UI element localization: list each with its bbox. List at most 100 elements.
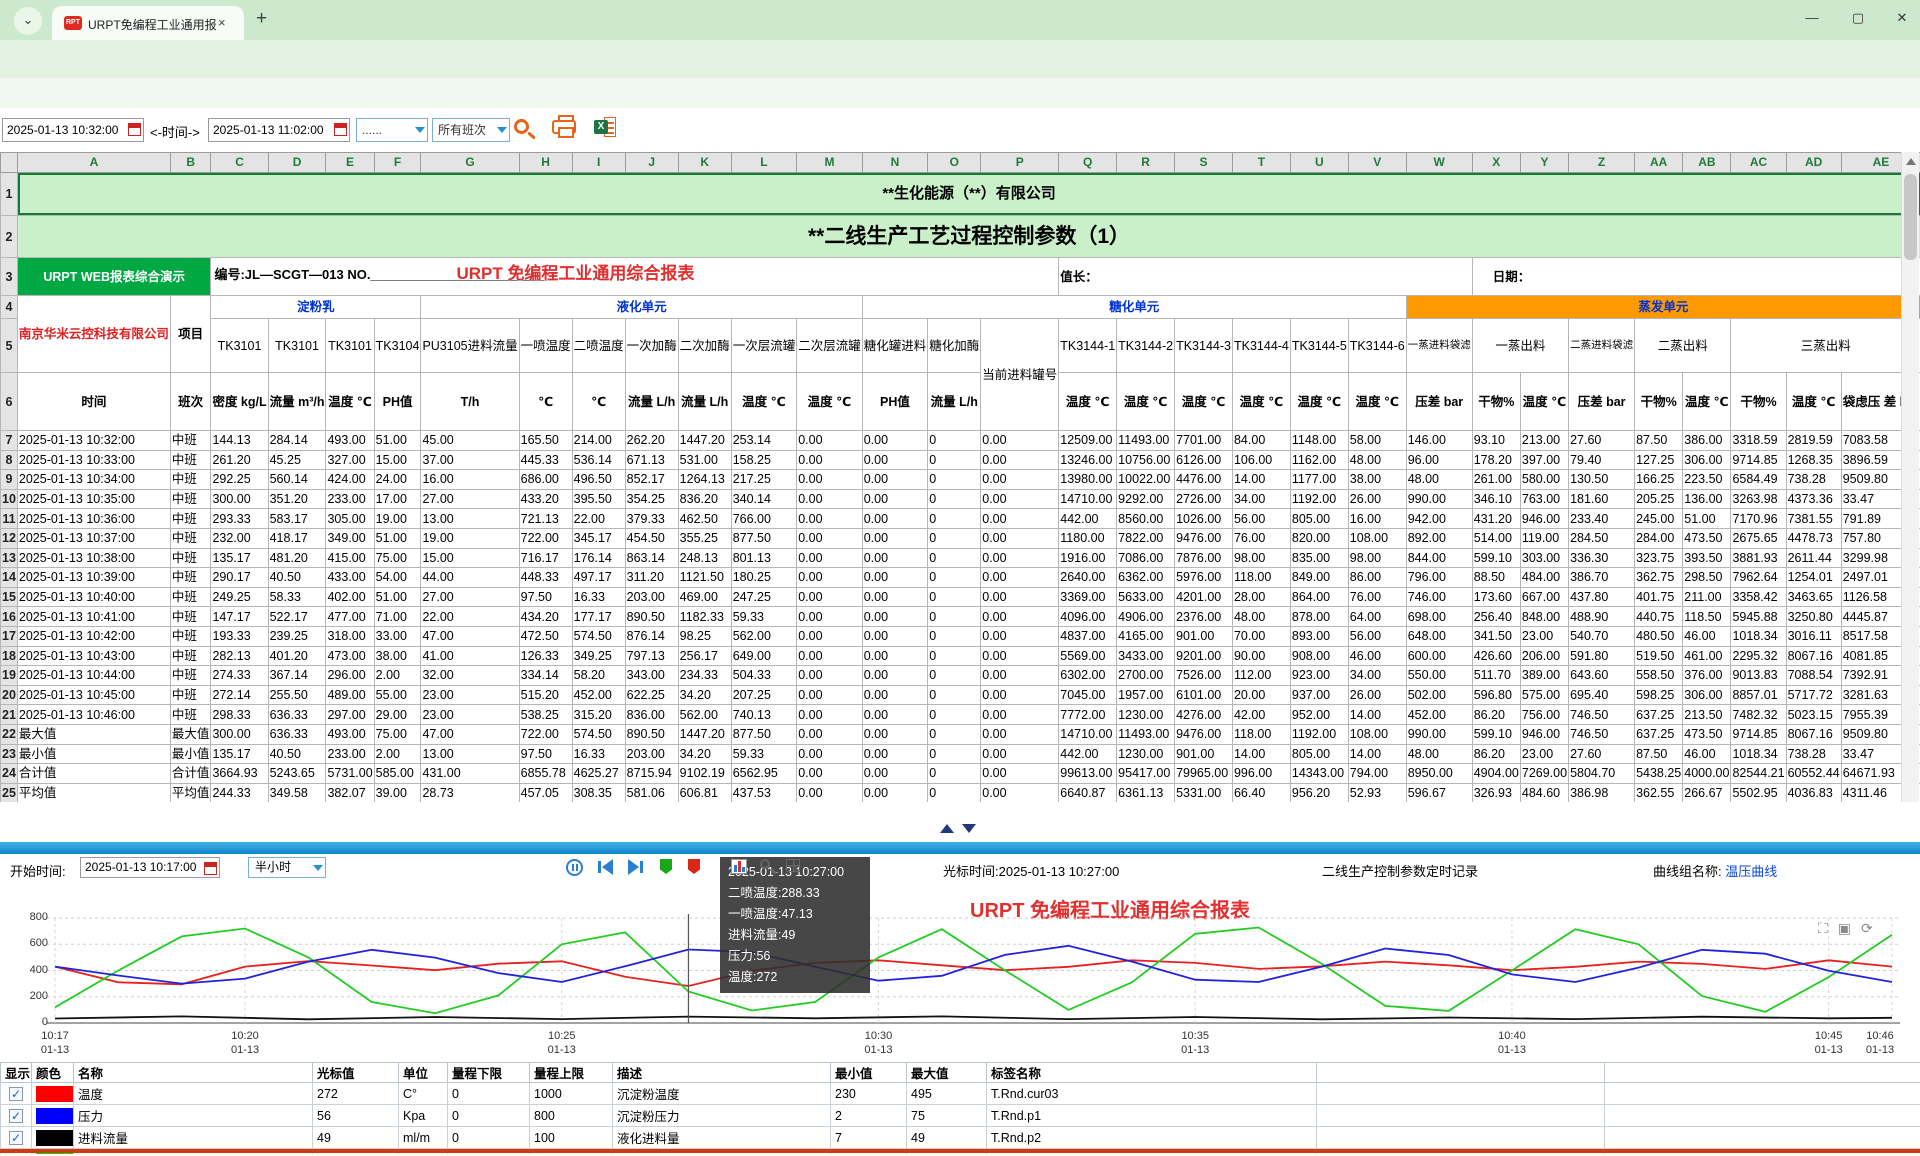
unit-header[interactable]: 温度 ℃ [326,373,374,431]
value-cell[interactable]: 797.13 [625,646,678,666]
value-cell[interactable]: 386.98 [1569,783,1635,803]
device-header[interactable]: TK3144-2 [1117,319,1175,373]
row-number[interactable]: 14 [1,568,18,588]
value-cell[interactable]: 740.13 [731,705,797,725]
scrollbar-thumb[interactable] [1904,174,1917,260]
shift-cell[interactable]: 中班 [170,509,211,529]
value-cell[interactable]: 583.17 [268,509,326,529]
value-cell[interactable]: 0.00 [797,528,863,548]
device-header[interactable]: TK3104 [374,319,421,373]
select-all-corner[interactable] [1,153,18,173]
value-cell[interactable]: 426.60 [1472,646,1520,666]
value-cell[interactable]: 796.00 [1406,568,1472,588]
value-cell[interactable]: 0.00 [797,509,863,529]
value-cell[interactable]: 51.00 [374,528,421,548]
value-cell[interactable]: 126.33 [519,646,572,666]
value-cell[interactable]: 234.33 [678,666,731,686]
value-cell[interactable]: 0.00 [862,431,928,451]
value-cell[interactable]: 0.00 [797,548,863,568]
value-cell[interactable]: 48.00 [1406,470,1472,490]
value-cell[interactable]: 1268.35 [1786,450,1841,470]
value-cell[interactable]: 433.00 [326,568,374,588]
value-cell[interactable]: 13246.00 [1059,450,1117,470]
column-letter[interactable]: Q [1059,153,1117,173]
value-cell[interactable]: 893.00 [1290,626,1348,646]
value-cell[interactable]: 351.20 [268,489,326,509]
time-cell[interactable]: 2025-01-13 10:36:00 [17,509,170,529]
value-cell[interactable]: 119.00 [1520,528,1568,548]
value-cell[interactable]: 0.00 [862,646,928,666]
value-cell[interactable]: 346.10 [1472,489,1520,509]
value-cell[interactable]: 5976.00 [1175,568,1233,588]
value-cell[interactable]: 306.00 [1683,450,1731,470]
value-cell[interactable]: 386.70 [1569,568,1635,588]
value-cell[interactable]: 0 [928,450,981,470]
sheet-title-report[interactable]: **二线生产工艺过程控制参数（1） [17,216,1920,258]
value-cell[interactable]: 0.00 [862,607,928,627]
value-cell[interactable]: 1162.00 [1290,450,1348,470]
value-cell[interactable]: 431.00 [421,764,519,784]
value-cell[interactable]: 5804.70 [1569,764,1635,784]
value-cell[interactable]: 7269.00 [1520,764,1568,784]
value-cell[interactable]: 580.00 [1520,470,1568,490]
value-cell[interactable]: 540.70 [1569,626,1635,646]
value-cell[interactable]: 98.00 [1232,548,1290,568]
value-cell[interactable]: 695.40 [1569,685,1635,705]
value-cell[interactable]: 8715.94 [625,764,678,784]
value-cell[interactable]: 890.50 [625,724,678,744]
column-letter[interactable]: C [211,153,268,173]
value-cell[interactable]: 166.25 [1635,470,1683,490]
value-cell[interactable]: 248.13 [678,548,731,568]
value-cell[interactable]: 158.25 [731,450,797,470]
time-cell[interactable]: 合计值 [17,764,170,784]
value-cell[interactable]: 763.00 [1520,489,1568,509]
value-cell[interactable]: 2819.59 [1786,431,1841,451]
value-cell[interactable]: 349.58 [268,783,326,803]
value-cell[interactable]: 305.00 [326,509,374,529]
value-cell[interactable]: 233.00 [326,744,374,764]
value-cell[interactable]: 24.00 [374,470,421,490]
value-cell[interactable]: 4625.27 [572,764,625,784]
value-cell[interactable]: 284.00 [1635,528,1683,548]
value-cell[interactable]: 0.00 [981,646,1059,666]
value-cell[interactable]: 440.75 [1635,607,1683,627]
value-cell[interactable]: 326.93 [1472,783,1520,803]
value-cell[interactable]: 599.10 [1472,724,1520,744]
value-cell[interactable]: 6361.13 [1117,783,1175,803]
value-cell[interactable]: 454.50 [625,528,678,548]
column-letter[interactable]: S [1175,153,1233,173]
value-cell[interactable]: 2611.44 [1786,548,1841,568]
value-cell[interactable]: 946.00 [1520,724,1568,744]
unit-header[interactable]: 温度 ℃ [1232,373,1290,431]
value-cell[interactable]: 306.00 [1683,685,1731,705]
value-cell[interactable]: 303.00 [1520,548,1568,568]
value-cell[interactable]: 738.28 [1786,470,1841,490]
value-cell[interactable]: 7962.64 [1731,568,1786,588]
value-cell[interactable]: 135.17 [211,548,268,568]
zoom-icon[interactable] [760,859,770,869]
value-cell[interactable]: 756.00 [1520,705,1568,725]
value-cell[interactable]: 23.00 [421,705,519,725]
curve-name[interactable]: 进料流量 [74,1127,313,1149]
value-cell[interactable]: 0.00 [797,489,863,509]
unit-header[interactable]: 温度 ℃ [731,373,797,431]
value-cell[interactable]: 296.00 [326,666,374,686]
value-cell[interactable]: 71.00 [374,607,421,627]
value-cell[interactable]: 29.00 [374,705,421,725]
value-cell[interactable]: 457.05 [519,783,572,803]
value-cell[interactable]: 46.00 [1683,626,1731,646]
value-cell[interactable]: 176.14 [572,548,625,568]
value-cell[interactable]: 488.90 [1569,607,1635,627]
value-cell[interactable]: 11493.00 [1117,724,1175,744]
value-cell[interactable]: 37.00 [421,450,519,470]
value-cell[interactable]: 55.00 [374,685,421,705]
column-letter[interactable]: D [268,153,326,173]
column-letter[interactable]: T [1232,153,1290,173]
value-cell[interactable]: 165.50 [519,431,572,451]
value-cell[interactable]: 86.20 [1472,744,1520,764]
value-cell[interactable]: 362.75 [1635,568,1683,588]
row-number[interactable]: 4 [1,296,18,319]
value-cell[interactable]: 203.00 [625,744,678,764]
value-cell[interactable]: 0 [928,489,981,509]
value-cell[interactable]: 0.00 [797,568,863,588]
